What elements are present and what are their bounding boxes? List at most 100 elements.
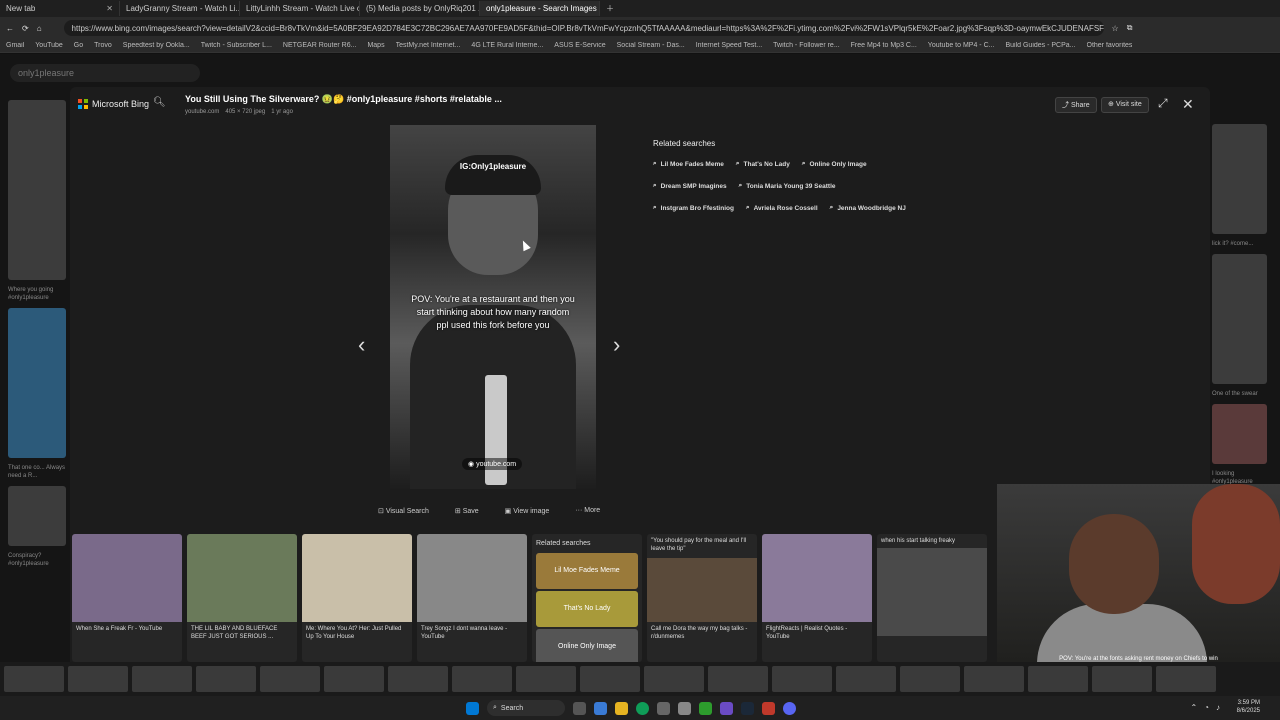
related-search-chip[interactable]: ⌕ Lil Moe Fades Meme: [653, 160, 724, 168]
bookmark-item[interactable]: Youtube to MP4 - C...: [928, 42, 995, 49]
bookmark-item[interactable]: Social Stream - Das...: [617, 42, 685, 49]
expand-icon[interactable]: ⤢: [1158, 96, 1168, 111]
result-thumbnail[interactable]: [644, 666, 704, 692]
chevron-up-icon[interactable]: ⌃: [1190, 703, 1197, 712]
related-card-item[interactable]: Online Only Image: [536, 629, 638, 662]
bookmark-item[interactable]: YouTube: [35, 42, 63, 49]
related-search-chip[interactable]: ⌕ Tonia Maria Young 39 Seattle: [739, 182, 836, 190]
image-source-badge[interactable]: ◉ youtube.com: [462, 458, 523, 470]
steam-icon[interactable]: [741, 701, 754, 715]
result-thumbnail[interactable]: [516, 666, 576, 692]
result-thumbnail[interactable]: [1028, 666, 1088, 692]
view-image-button[interactable]: ▣ View image: [505, 507, 550, 515]
tab-media-posts[interactable]: (5) Media posts by OnlyRiq201 ...✕: [360, 1, 480, 16]
bookmark-item[interactable]: Speedtest by Ookla...: [123, 42, 190, 49]
related-card-item[interactable]: That's No Lady: [536, 591, 638, 627]
app-icon[interactable]: [720, 701, 733, 715]
more-button[interactable]: ··· More: [575, 507, 600, 515]
search-icon[interactable]: 🔍︎: [153, 97, 169, 113]
result-thumbnail[interactable]: [196, 666, 256, 692]
file-explorer-icon[interactable]: [615, 701, 628, 715]
result-thumbnail[interactable]: [964, 666, 1024, 692]
share-button[interactable]: ⤴ Share: [1055, 97, 1097, 113]
bookmark-item[interactable]: Internet Speed Test...: [696, 42, 762, 49]
result-card[interactable]: Me: Where You At? Her: Just Pulled Up To…: [302, 534, 412, 662]
background-search-input[interactable]: only1pleasure: [10, 64, 200, 82]
related-search-chip[interactable]: ⌕ Dream SMP Imagines: [653, 182, 727, 190]
url-field[interactable]: https://www.bing.com/images/search?view=…: [63, 20, 1104, 36]
result-thumbnail[interactable]: [8, 100, 66, 280]
volume-icon[interactable]: ♪: [1216, 703, 1220, 712]
tab-search-images[interactable]: only1pleasure - Search Images✕: [480, 1, 600, 16]
result-thumbnail[interactable]: [580, 666, 640, 692]
result-card[interactable]: When She a Freak Fr - YouTube: [72, 534, 182, 662]
result-thumbnail[interactable]: [836, 666, 896, 692]
result-thumbnail[interactable]: [772, 666, 832, 692]
result-thumbnail[interactable]: [8, 486, 66, 546]
refresh-icon[interactable]: ⟳: [22, 24, 29, 33]
result-thumbnail[interactable]: [68, 666, 128, 692]
bookmark-item[interactable]: Maps: [367, 42, 384, 49]
related-search-chip[interactable]: ⌕ Online Only Image: [802, 160, 867, 168]
close-icon[interactable]: ✕: [1182, 96, 1194, 113]
related-search-chip[interactable]: ⌕ Avriela Rose Cossell: [746, 204, 818, 212]
related-card-item[interactable]: Lil Moe Fades Meme: [536, 553, 638, 589]
tab-ladygranny[interactable]: LadyGranny Stream - Watch Li...✕: [120, 1, 240, 16]
result-thumbnail[interactable]: [1156, 666, 1216, 692]
result-card[interactable]: FlightReacts | Realist Quotes - YouTube: [762, 534, 872, 662]
copilot-icon[interactable]: [594, 701, 607, 715]
next-arrow-icon[interactable]: ›: [613, 332, 620, 358]
network-icon[interactable]: ◔: [1204, 703, 1209, 712]
tab-new[interactable]: New tab ✕: [0, 1, 120, 16]
result-thumbnail[interactable]: [388, 666, 448, 692]
close-icon[interactable]: ✕: [106, 4, 113, 13]
result-thumbnail[interactable]: [260, 666, 320, 692]
home-icon[interactable]: ⌂: [37, 24, 42, 33]
main-image[interactable]: IG:Only1pleasure POV: You're at a restau…: [390, 125, 596, 489]
bookmark-item[interactable]: 4G LTE Rural Interne...: [471, 42, 543, 49]
result-thumbnail[interactable]: [132, 666, 192, 692]
bookmark-item[interactable]: ASUS E-Service: [554, 42, 605, 49]
result-thumbnail[interactable]: [452, 666, 512, 692]
image-title[interactable]: You Still Using The Silverware? 🤢🤔 #only…: [185, 94, 502, 105]
related-search-chip[interactable]: ⌕ Instgram Bro Ffestiniog: [653, 204, 734, 212]
task-view-icon[interactable]: [573, 701, 586, 715]
bookmark-item[interactable]: Twitch - Subscriber L...: [201, 42, 272, 49]
extensions-icon[interactable]: ⧉: [1127, 23, 1133, 33]
result-thumbnail[interactable]: [1212, 254, 1267, 384]
bookmark-item[interactable]: Trovo: [94, 42, 112, 49]
result-card[interactable]: Trey Songz I dont wanna leave - YouTube: [417, 534, 527, 662]
result-card[interactable]: when his start talking freaky: [877, 534, 987, 662]
new-tab-button[interactable]: ＋: [600, 1, 620, 16]
taskbar-clock[interactable]: 3:59 PM 8/6/2025: [1237, 699, 1260, 715]
star-icon[interactable]: ☆: [1112, 24, 1119, 33]
bookmark-item[interactable]: Twitch - Follower re...: [773, 42, 840, 49]
result-thumbnail[interactable]: [900, 666, 960, 692]
xbox-icon[interactable]: [699, 701, 712, 715]
bing-logo[interactable]: Microsoft Bing: [78, 99, 149, 109]
bookmark-item[interactable]: Free Mp4 to Mp3 C...: [851, 42, 917, 49]
tab-littylinhh[interactable]: LittyLinhh Stream - Watch Live on...✕: [240, 1, 360, 16]
previous-arrow-icon[interactable]: ‹: [358, 332, 365, 358]
result-thumbnail[interactable]: [8, 308, 66, 458]
related-search-chip[interactable]: ⌕ Jenna Woodbridge NJ: [830, 204, 906, 212]
visual-search-button[interactable]: ⊡ Visual Search: [378, 507, 429, 515]
source-domain[interactable]: youtube.com: [185, 109, 219, 115]
result-thumbnail[interactable]: [324, 666, 384, 692]
result-card[interactable]: "You should pay for the meal and I'll le…: [647, 534, 757, 662]
back-icon[interactable]: ←: [6, 24, 14, 33]
store-icon[interactable]: [657, 701, 670, 715]
visit-site-button[interactable]: ⊕ Visit site: [1101, 97, 1149, 113]
taskbar-search[interactable]: ⌕ Search: [487, 700, 565, 716]
vivaldi-icon[interactable]: [762, 701, 775, 715]
save-button[interactable]: ⊞ Save: [455, 507, 479, 515]
bookmark-item[interactable]: Build Guides - PCPa...: [1005, 42, 1075, 49]
bookmark-item[interactable]: Gmail: [6, 42, 24, 49]
result-thumbnail[interactable]: [708, 666, 768, 692]
bookmark-item[interactable]: TestMy.net Internet...: [396, 42, 461, 49]
bookmark-item[interactable]: Go: [74, 42, 83, 49]
start-icon[interactable]: [466, 701, 479, 715]
bookmark-item[interactable]: Other favorites: [1087, 42, 1133, 49]
related-search-chip[interactable]: ⌕ That's No Lady: [736, 160, 790, 168]
result-thumbnail[interactable]: [4, 666, 64, 692]
